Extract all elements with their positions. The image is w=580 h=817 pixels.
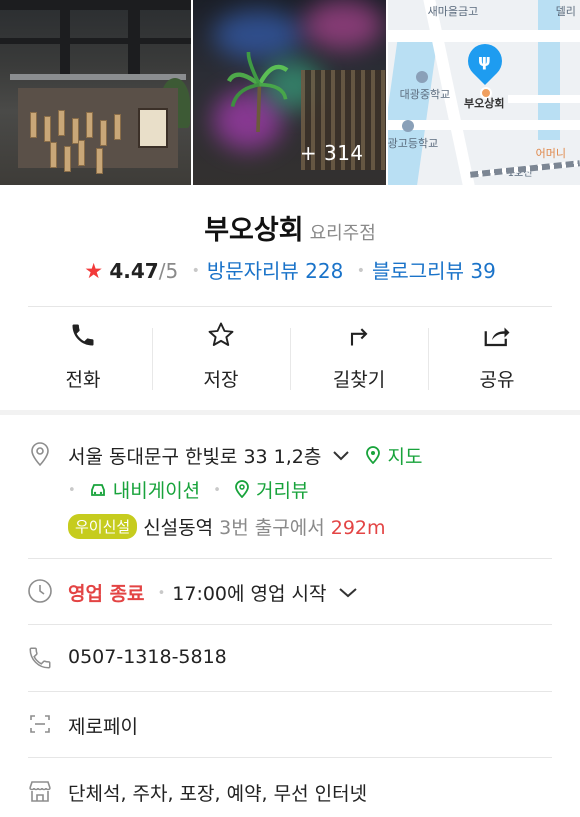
call-button[interactable]: 전화 (14, 318, 152, 400)
blog-reviews-link[interactable]: 블로그리뷰 39 (372, 259, 496, 283)
save-label: 저장 (203, 369, 239, 391)
map-pin-icon (366, 446, 381, 465)
navigation-link[interactable]: 내비게이션 (89, 480, 207, 502)
photo-interior[interactable] (0, 0, 192, 185)
divider (28, 306, 552, 307)
map-label-restaurant: 어머니 (535, 147, 567, 160)
action-bar: 전화 저장 길찾기 공유 (14, 318, 566, 400)
map-label-bank: 새마을금고 (427, 5, 479, 18)
star-outline-icon (208, 322, 234, 346)
station-row: 우이신설 신설동역 3번 출구에서 292m (68, 513, 386, 540)
separator-dot: • (191, 263, 200, 279)
street-view-link[interactable]: 거리뷰 (234, 480, 308, 502)
zeropay-icon (27, 711, 53, 737)
hours-row[interactable]: 영업 종료 • 17:00에 영업 시작 (68, 579, 357, 606)
street-view-icon (235, 480, 249, 499)
photo-terrace[interactable]: + 314 (193, 0, 386, 185)
address-text[interactable]: 서울 동대문구 한빛로 33 1,2층 (68, 446, 321, 468)
separator-dot: • (356, 263, 365, 279)
map-label-place: 부오상회 (464, 97, 505, 110)
clock-icon (27, 578, 53, 604)
hours-next: 17:00에 영업 시작 (172, 583, 327, 605)
station-distance: 292m (330, 517, 386, 539)
amenities-list: 단체석, 주차, 포장, 예약, 무선 인터넷 (68, 783, 368, 805)
address-row: 서울 동대문구 한빛로 33 1,2층 지도 (68, 442, 422, 469)
map-label-middle-school: 대광중학교 (399, 88, 451, 101)
payment-method: 제로페이 (68, 716, 138, 738)
fork-knife-icon: ψ (478, 51, 491, 70)
car-icon (90, 484, 105, 496)
palm-plant-graphic (227, 52, 289, 132)
separator-dot: • (157, 586, 166, 601)
school-icon (401, 120, 414, 132)
rating-row: ★ 4.47/5 • 방문자리뷰 228 • 블로그리뷰 39 (0, 255, 580, 284)
share-label: 공유 (479, 369, 515, 391)
separator-dot: • (213, 483, 221, 498)
hours-status: 영업 종료 (68, 583, 145, 605)
call-label: 전화 (65, 369, 101, 391)
star-icon: ★ (84, 259, 104, 283)
map-link[interactable]: 지도 (365, 446, 422, 468)
location-pin-outline-icon (27, 441, 53, 467)
station-exit: 3번 출구에서 (219, 517, 325, 539)
store-icon (27, 778, 53, 804)
divider (28, 558, 552, 559)
photo-strip: + 314 새마을금고 델리 대광중학교 광고등학교 어머니 1호선 ψ 부오상… (0, 0, 580, 185)
directions-label: 길찾기 (332, 369, 386, 391)
directions-button[interactable]: 길찾기 (290, 318, 428, 400)
directions-arrow-icon (350, 328, 368, 346)
rating-value: 4.47 (109, 259, 159, 283)
rating-max: /5 (158, 259, 179, 283)
map-label-deli: 델리 (555, 5, 576, 18)
divider (28, 757, 552, 758)
place-title: 부오상회 요리주점 (0, 208, 580, 247)
divider (28, 691, 552, 692)
visitor-reviews-link[interactable]: 방문자리뷰 228 (207, 259, 344, 283)
divider (28, 624, 552, 625)
subway-line-badge: 우이신설 (68, 514, 138, 539)
separator-dot: • (68, 483, 76, 498)
station-name: 신설동역 (143, 517, 214, 539)
place-name: 부오상회 (204, 215, 304, 246)
map-label-high-school: 광고등학교 (387, 137, 439, 150)
section-divider (0, 410, 580, 415)
chevron-down-icon[interactable] (333, 451, 350, 461)
photo-count[interactable]: + 314 (300, 141, 364, 165)
save-button[interactable]: 저장 (152, 318, 290, 400)
phone-outline-icon (27, 645, 53, 671)
phone-icon (72, 324, 94, 346)
phone-number[interactable]: 0507-1318-5818 (68, 646, 227, 668)
chevron-down-icon[interactable] (338, 588, 357, 598)
place-category: 요리주점 (309, 223, 376, 244)
address-links-row: • 내비게이션 • 거리뷰 (68, 476, 308, 503)
school-icon (415, 71, 428, 83)
share-icon (484, 327, 510, 347)
share-button[interactable]: 공유 (428, 318, 566, 400)
